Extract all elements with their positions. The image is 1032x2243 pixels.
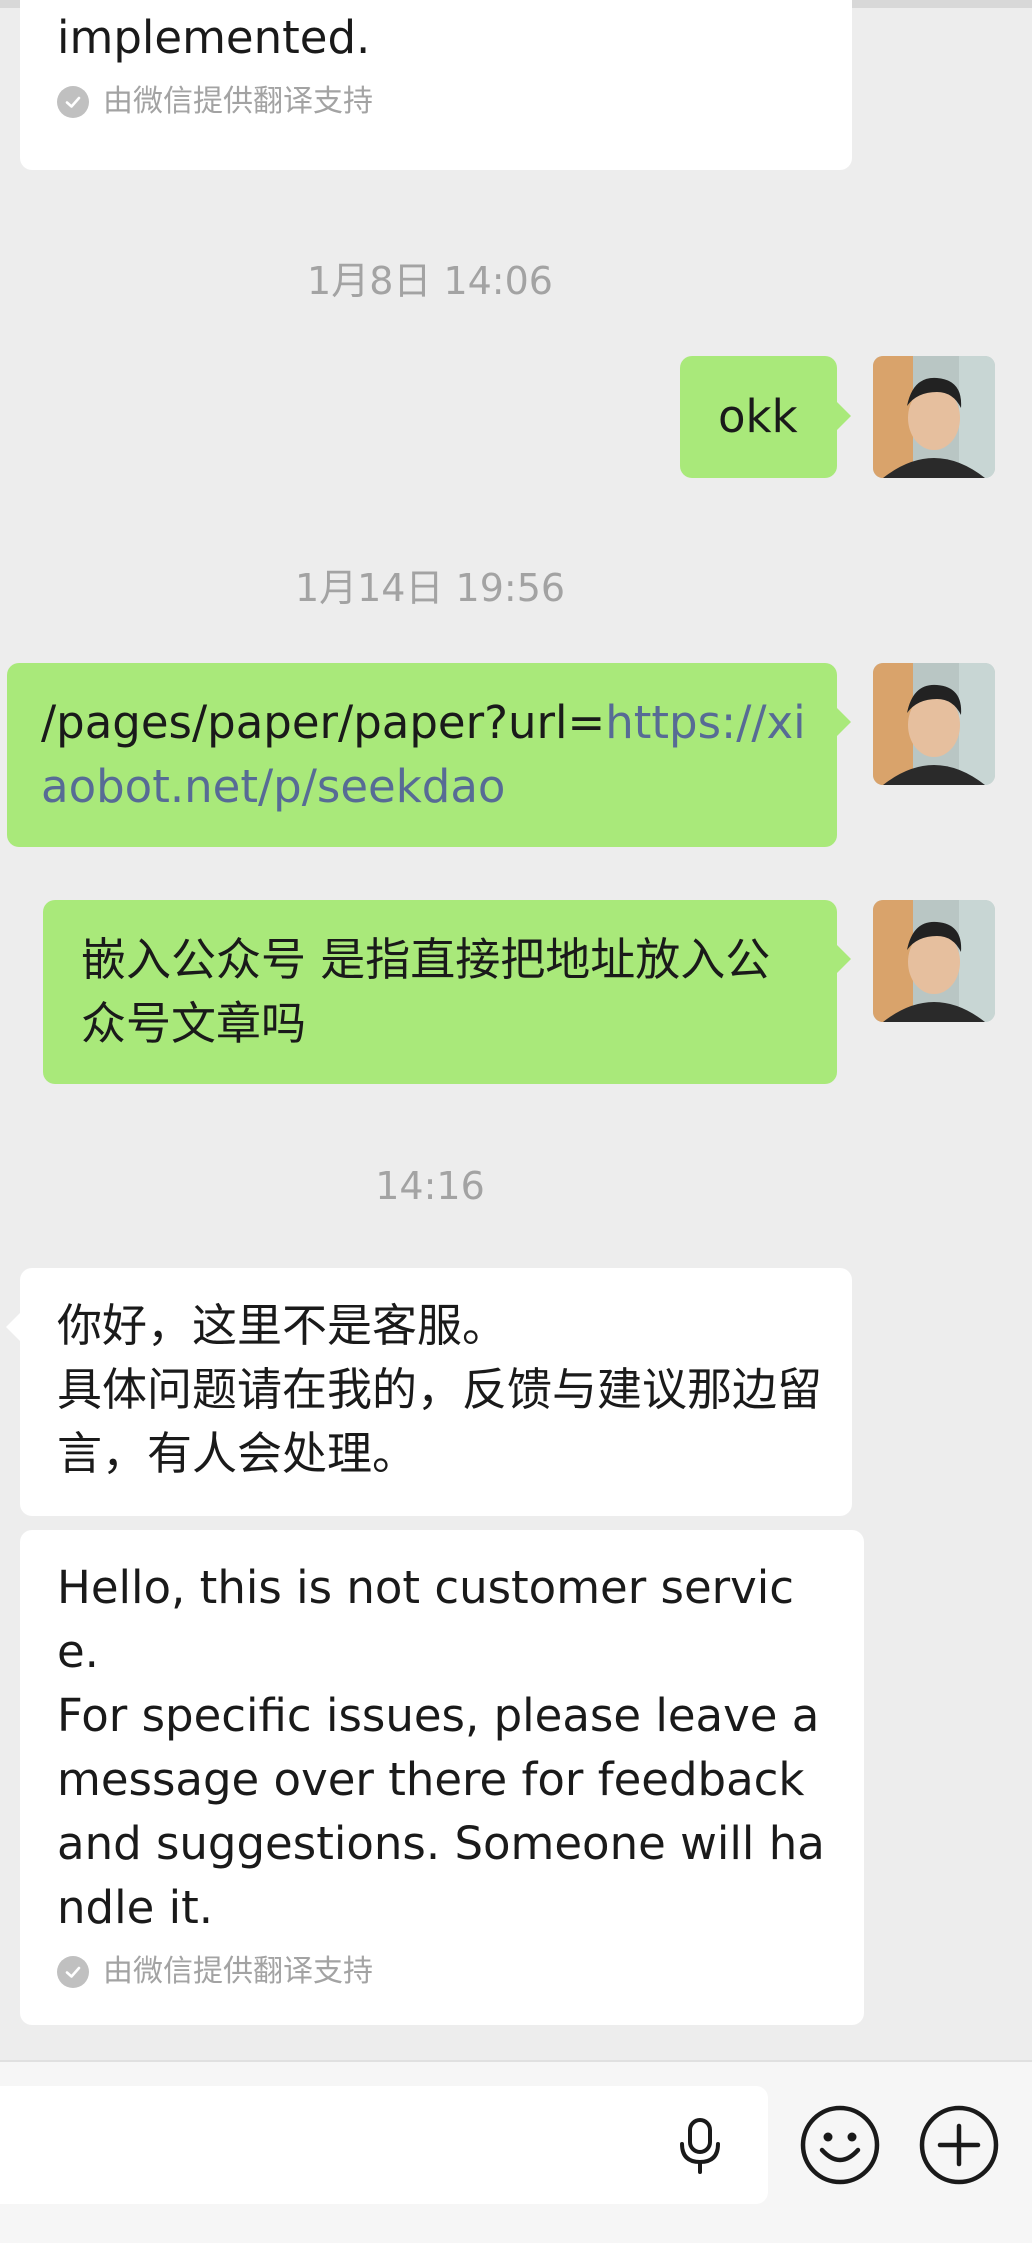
- check-circle-icon: [57, 1956, 89, 1988]
- emoji-face-icon[interactable]: [799, 2104, 881, 2186]
- message-input[interactable]: [0, 2086, 768, 2204]
- microphone-icon[interactable]: [672, 2116, 728, 2176]
- chat-input-bar: [0, 2060, 1032, 2243]
- message-text-prefix: /pages/paper/paper?url=: [41, 696, 606, 749]
- message-text: Hello, this is not customer service. For…: [57, 1561, 825, 1934]
- message-timestamp: 14:16: [375, 1164, 485, 1208]
- message-text: okk: [718, 390, 798, 443]
- bubble-tail: [837, 402, 851, 430]
- translation-note: 由微信提供翻译支持: [57, 1952, 834, 1992]
- translation-bubble[interactable]: Hello, this is not customer service. For…: [20, 1530, 864, 2025]
- translation-note: 由微信提供翻译支持: [57, 82, 816, 122]
- user-avatar[interactable]: [873, 356, 995, 478]
- incoming-message-translated[interactable]: implemented. 由微信提供翻译支持: [20, 0, 852, 170]
- outgoing-message-link[interactable]: /pages/paper/paper?url=https://xiaobot.n…: [7, 663, 837, 847]
- outgoing-message[interactable]: 嵌入公众号 是指直接把地址放入公众号文章吗: [43, 900, 837, 1084]
- bubble-tail: [837, 708, 851, 736]
- incoming-message[interactable]: 你好，这里不是客服。 具体问题请在我的，反馈与建议那边留言，有人会处理。: [20, 1268, 852, 1516]
- user-avatar[interactable]: [873, 900, 995, 1022]
- plus-circle-icon[interactable]: [918, 2104, 1000, 2186]
- message-text: implemented.: [57, 11, 371, 64]
- message-text: 你好，这里不是客服。 具体问题请在我的，反馈与建议那边留言，有人会处理。: [57, 1299, 823, 1480]
- check-circle-icon: [57, 86, 89, 118]
- message-timestamp: 1月14日 19:56: [294, 566, 566, 610]
- message-timestamp: 1月8日 14:06: [307, 259, 553, 303]
- bubble-tail: [6, 1313, 20, 1341]
- user-avatar[interactable]: [873, 663, 995, 785]
- translation-note-text: 由微信提供翻译支持: [103, 84, 373, 119]
- bubble-tail: [837, 945, 851, 973]
- message-text: /pages/paper/paper?url=https://xiaobot.n…: [41, 691, 807, 819]
- translation-note-text: 由微信提供翻译支持: [103, 1954, 373, 1989]
- outgoing-message[interactable]: okk: [680, 356, 837, 478]
- message-text: 嵌入公众号 是指直接把地址放入公众号文章吗: [81, 933, 771, 1050]
